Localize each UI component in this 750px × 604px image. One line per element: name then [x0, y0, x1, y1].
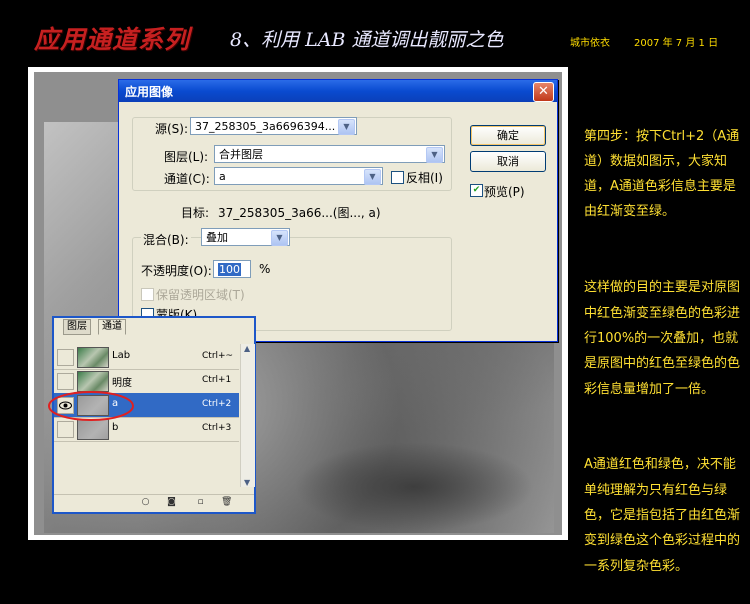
save-selection-icon[interactable]: ◙: [166, 497, 177, 508]
dialog-title: 应用图像: [125, 85, 174, 99]
channel-name: 明度: [112, 378, 132, 389]
chevron-down-icon: ▼: [364, 169, 381, 185]
delete-channel-icon[interactable]: 🗑: [221, 497, 232, 508]
blend-mode-select[interactable]: 叠加 ▼: [201, 228, 290, 246]
tab-channels[interactable]: 通道: [98, 319, 126, 335]
channel-value: a: [219, 170, 226, 183]
image-foliage-shade: [294, 442, 534, 532]
source-value: 37_258305_3a6696394...: [195, 120, 336, 133]
note-paragraph-3: A通道红色和绿色，决不能单纯理解为只有红色与绿色，它是指包括了由红色渐变到绿色这…: [584, 457, 741, 574]
source-select[interactable]: 37_258305_3a6696394... ▼: [190, 117, 357, 135]
channel-thumbnail: [77, 347, 109, 368]
dialog-title-bar[interactable]: 应用图像 ✕: [119, 80, 557, 102]
preserve-transparency-checkbox[interactable]: [141, 288, 154, 301]
blend-label: 混合(B):: [141, 231, 191, 248]
chevron-down-icon: ▼: [271, 230, 288, 246]
tab-layers[interactable]: 图层: [63, 319, 91, 335]
channel-row-lab[interactable]: Lab Ctrl+~: [54, 345, 239, 370]
load-selection-icon[interactable]: ○: [140, 497, 151, 508]
target-value: 37_258305_3a66...(图..., a): [218, 206, 381, 220]
preview-label: 预览(P): [484, 185, 525, 199]
close-icon: ✕: [538, 84, 549, 99]
channel-label: 通道(C):: [164, 172, 210, 186]
layer-select[interactable]: 合并图层 ▼: [214, 145, 445, 163]
channel-scrollbar[interactable]: ▲ ▼: [240, 344, 255, 487]
preserve-transparency-label: 保留透明区域(T): [156, 288, 245, 302]
target-label: 目标:: [181, 206, 210, 220]
source-label: 源(S):: [155, 122, 189, 136]
chevron-down-icon: ▼: [338, 119, 355, 135]
note-paragraph-1: 第四步：按下Ctrl+2（A通道）数据如图示，大家知道，A通道色彩信息主要是由红…: [584, 128, 740, 220]
channel-name: Lab: [112, 350, 131, 361]
note-paragraph-2: 这样做的目的主要是对原图中红色渐变至绿色的色彩进行100%的一次叠加，也就是原图…: [584, 280, 741, 397]
preview-checkbox[interactable]: ✔: [470, 184, 483, 197]
channel-shortcut: Ctrl+2: [202, 399, 232, 409]
scroll-up-icon[interactable]: ▲: [244, 344, 250, 353]
channel-shortcut: Ctrl+3: [202, 423, 232, 433]
visibility-toggle[interactable]: [57, 349, 74, 366]
publish-date: 2007 年 7 月 1 日: [634, 38, 719, 49]
layer-label: 图层(L):: [164, 150, 209, 164]
lesson-title: 8、利用 LAB 通道调出靓丽之色: [230, 29, 504, 51]
visibility-toggle[interactable]: [57, 421, 74, 438]
new-channel-icon[interactable]: ▫: [195, 497, 206, 508]
opacity-label: 不透明度(O):: [141, 264, 212, 278]
channel-shortcut: Ctrl+1: [202, 375, 232, 385]
highlight-circle: [48, 391, 134, 421]
invert-label: 反相(I): [406, 171, 443, 185]
author-name: 城市依衣: [570, 38, 610, 49]
opacity-input[interactable]: 100: [213, 260, 251, 278]
ok-button[interactable]: 确定: [470, 125, 546, 146]
series-title: 应用通道系列: [34, 25, 191, 54]
apply-image-dialog: 应用图像 ✕ 源(S): 37_258305_3a6696394... ▼ 图层…: [118, 79, 558, 342]
channel-shortcut: Ctrl+~: [202, 351, 234, 361]
opacity-unit: %: [259, 262, 271, 276]
checkmark-icon: ✔: [472, 185, 481, 195]
palette-bottom-bar: ○ ◙ ▫ 🗑: [54, 494, 254, 511]
tutorial-notes: 第四步：按下Ctrl+2（A通道）数据如图示，大家知道，A通道色彩信息主要是由红…: [584, 73, 746, 604]
invert-checkbox[interactable]: [391, 171, 404, 184]
layer-value: 合并图层: [219, 148, 263, 161]
channel-select[interactable]: a ▼: [214, 167, 383, 185]
channel-name: b: [112, 422, 119, 433]
close-button[interactable]: ✕: [533, 82, 554, 102]
blend-mode-value: 叠加: [206, 231, 228, 244]
opacity-value: 100: [218, 263, 241, 276]
visibility-toggle[interactable]: [57, 373, 74, 390]
cancel-button[interactable]: 取消: [470, 151, 546, 172]
chevron-down-icon: ▼: [426, 147, 443, 163]
scroll-down-icon[interactable]: ▼: [244, 478, 250, 487]
